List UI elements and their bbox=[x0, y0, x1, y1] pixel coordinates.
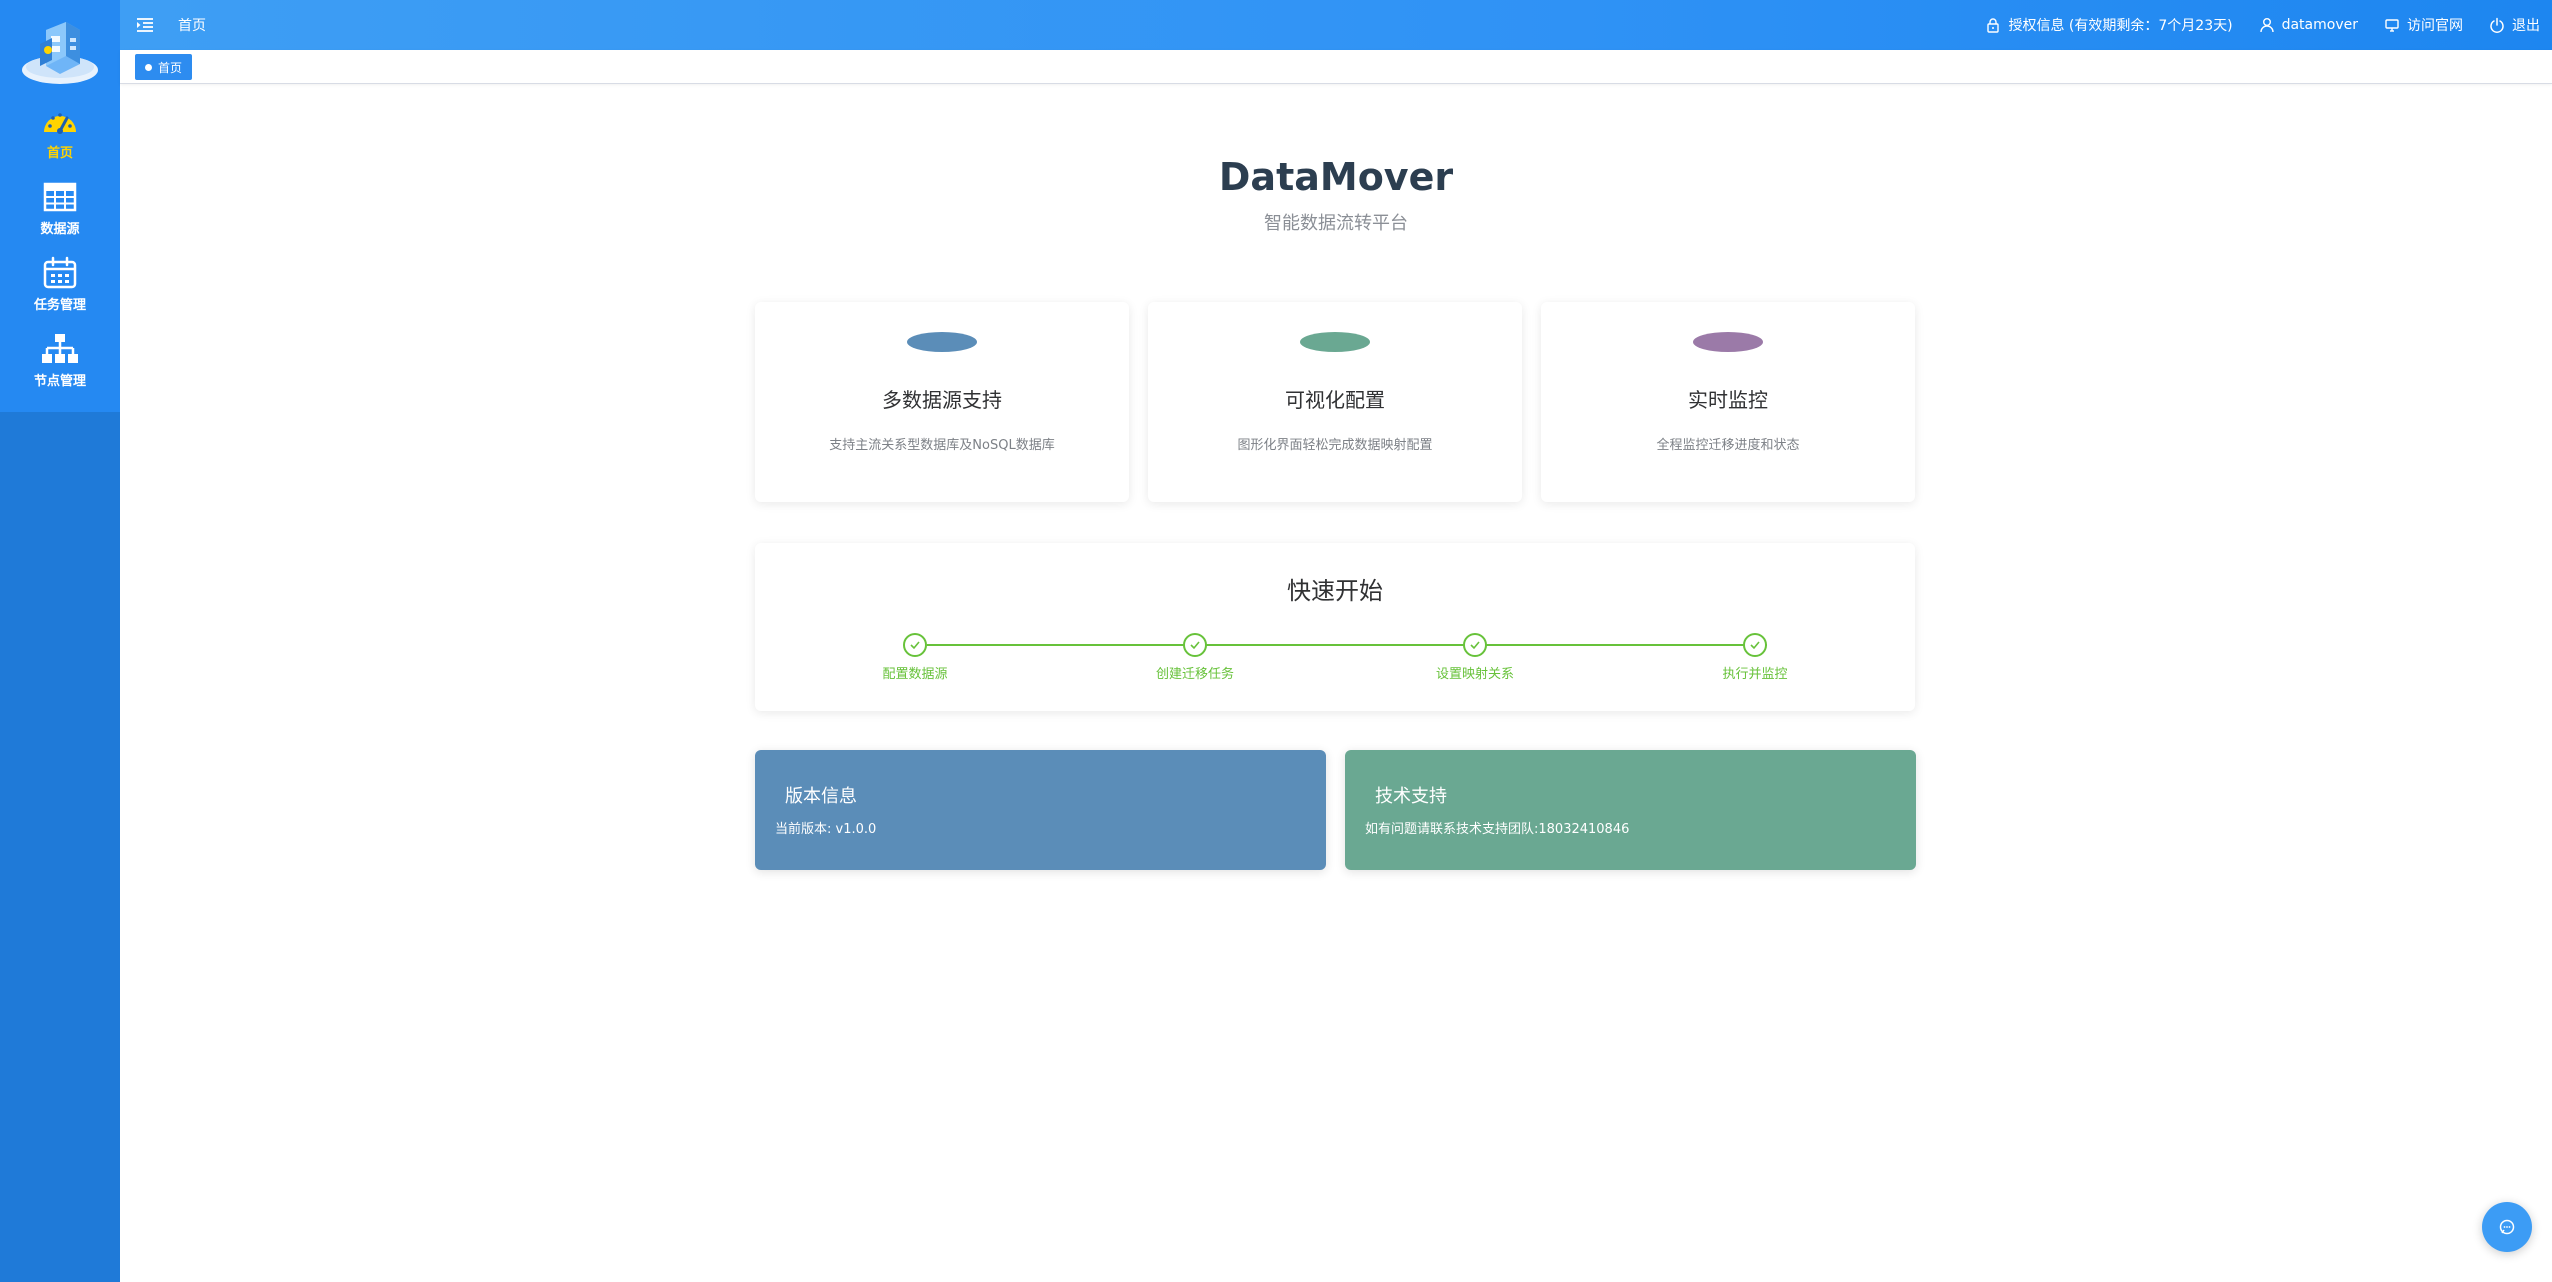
app-logo-icon bbox=[22, 22, 98, 84]
tech-support-text: 如有问题请联系技术支持团队:18032410846 bbox=[1365, 822, 1630, 837]
tag-label: 首页 bbox=[158, 60, 183, 75]
page-subtitle: 智能数据流转平台 bbox=[1264, 213, 1408, 234]
main-content: DataMover 智能数据流转平台 多数据源支持 支持主流关系型数据库及NoS… bbox=[120, 85, 2552, 1282]
step-check-circle bbox=[903, 633, 927, 657]
sidebar: 首页 数据源 任务管理 节点管理 bbox=[0, 0, 120, 1282]
check-icon bbox=[910, 641, 920, 650]
license-info-button[interactable]: 授权信息 (有效期剩余：7个月23天) bbox=[1985, 15, 2233, 35]
visit-website-button[interactable]: 访问官网 bbox=[2384, 15, 2463, 35]
chat-float-button[interactable] bbox=[2482, 1202, 2532, 1252]
visit-website-label: 访问官网 bbox=[2407, 18, 2463, 34]
sidebar-item-task-management[interactable]: 任务管理 bbox=[0, 256, 120, 328]
power-icon bbox=[2490, 17, 2504, 33]
version-info-card: 版本信息 当前版本: v1.0.0 bbox=[755, 750, 1326, 870]
org-tree-icon bbox=[42, 334, 78, 363]
check-icon bbox=[1750, 641, 1760, 650]
quick-start-panel: 快速开始 配置数据源 创建迁移任务 设置映射关系 执行并监控 bbox=[755, 543, 1915, 711]
logout-label: 退出 bbox=[2512, 18, 2540, 34]
step-label: 配置数据源 bbox=[882, 667, 948, 682]
sidebar-item-label: 任务管理 bbox=[33, 298, 86, 313]
user-icon bbox=[2259, 18, 2274, 33]
monitor-icon bbox=[2385, 19, 2399, 32]
feature-ellipse-icon bbox=[1693, 332, 1763, 352]
header-actions: 授权信息 (有效期剩余：7个月23天) datamover 访问官网 退出 bbox=[1985, 0, 2540, 50]
feature-title: 可视化配置 bbox=[1285, 388, 1385, 412]
version-info-text: 当前版本: v1.0.0 bbox=[775, 822, 877, 837]
feature-title: 多数据源支持 bbox=[882, 388, 1002, 412]
sidebar-item-home[interactable]: 首页 bbox=[0, 104, 120, 176]
username-label: datamover bbox=[2281, 17, 2358, 33]
lock-icon bbox=[1987, 18, 2000, 33]
dashboard-gauge-icon bbox=[44, 113, 76, 134]
feature-title: 实时监控 bbox=[1688, 388, 1768, 412]
feature-card-visual-config: 可视化配置 图形化界面轻松完成数据映射配置 bbox=[1148, 302, 1522, 502]
step-label: 执行并监控 bbox=[1722, 667, 1788, 682]
sidebar-item-node-management[interactable]: 节点管理 bbox=[0, 332, 120, 404]
breadcrumb: 首页 bbox=[178, 18, 206, 34]
step-check-circle bbox=[1463, 633, 1487, 657]
step-set-mapping: 设置映射关系 bbox=[1385, 633, 1565, 682]
feature-desc: 图形化界面轻松完成数据映射配置 bbox=[1237, 438, 1433, 453]
top-header: 首页 授权信息 (有效期剩余：7个月23天) datamover 访问官网 退出 bbox=[120, 0, 2552, 50]
step-create-task: 创建迁移任务 bbox=[1105, 633, 1285, 682]
feature-card-monitoring: 实时监控 全程监控迁移进度和状态 bbox=[1541, 302, 1915, 502]
tech-support-card: 技术支持 如有问题请联系技术支持团队:18032410846 bbox=[1345, 750, 1916, 870]
step-configure-datasource: 配置数据源 bbox=[825, 633, 1005, 682]
user-menu-button[interactable]: datamover bbox=[2259, 17, 2358, 33]
feature-ellipse-icon bbox=[1300, 332, 1370, 352]
quick-start-title: 快速开始 bbox=[1287, 577, 1383, 605]
table-grid-icon bbox=[43, 182, 77, 212]
license-info-label: 授权信息 (有效期剩余：7个月23天) bbox=[2008, 18, 2233, 34]
active-dot-icon bbox=[145, 63, 152, 71]
sidebar-item-datasource[interactable]: 数据源 bbox=[0, 180, 120, 252]
version-info-title: 版本信息 bbox=[785, 786, 857, 807]
step-label: 设置映射关系 bbox=[1435, 667, 1514, 682]
tech-support-title: 技术支持 bbox=[1375, 786, 1447, 807]
step-execute-monitor: 执行并监控 bbox=[1665, 633, 1845, 682]
feature-desc: 全程监控迁移进度和状态 bbox=[1656, 438, 1800, 453]
tags-view-bar: 首页 bbox=[120, 50, 2552, 84]
page-title: DataMover bbox=[1218, 155, 1454, 199]
step-check-circle bbox=[1183, 633, 1207, 657]
calendar-icon bbox=[43, 256, 77, 289]
logout-button[interactable]: 退出 bbox=[2489, 15, 2540, 35]
tag-home[interactable]: 首页 bbox=[135, 54, 193, 80]
menu-toggle-icon[interactable] bbox=[136, 16, 154, 34]
feature-ellipse-icon bbox=[907, 332, 977, 352]
step-label: 创建迁移任务 bbox=[1155, 667, 1234, 682]
feature-desc: 支持主流关系型数据库及NoSQL数据库 bbox=[829, 438, 1055, 453]
check-icon bbox=[1470, 641, 1480, 650]
chat-bubble-icon bbox=[2499, 1219, 2515, 1235]
sidebar-item-label: 节点管理 bbox=[33, 374, 86, 389]
feature-card-datasource: 多数据源支持 支持主流关系型数据库及NoSQL数据库 bbox=[755, 302, 1129, 502]
sidebar-item-label: 首页 bbox=[46, 146, 73, 161]
step-check-circle bbox=[1743, 633, 1767, 657]
sidebar-item-label: 数据源 bbox=[40, 222, 80, 237]
check-icon bbox=[1190, 641, 1200, 650]
